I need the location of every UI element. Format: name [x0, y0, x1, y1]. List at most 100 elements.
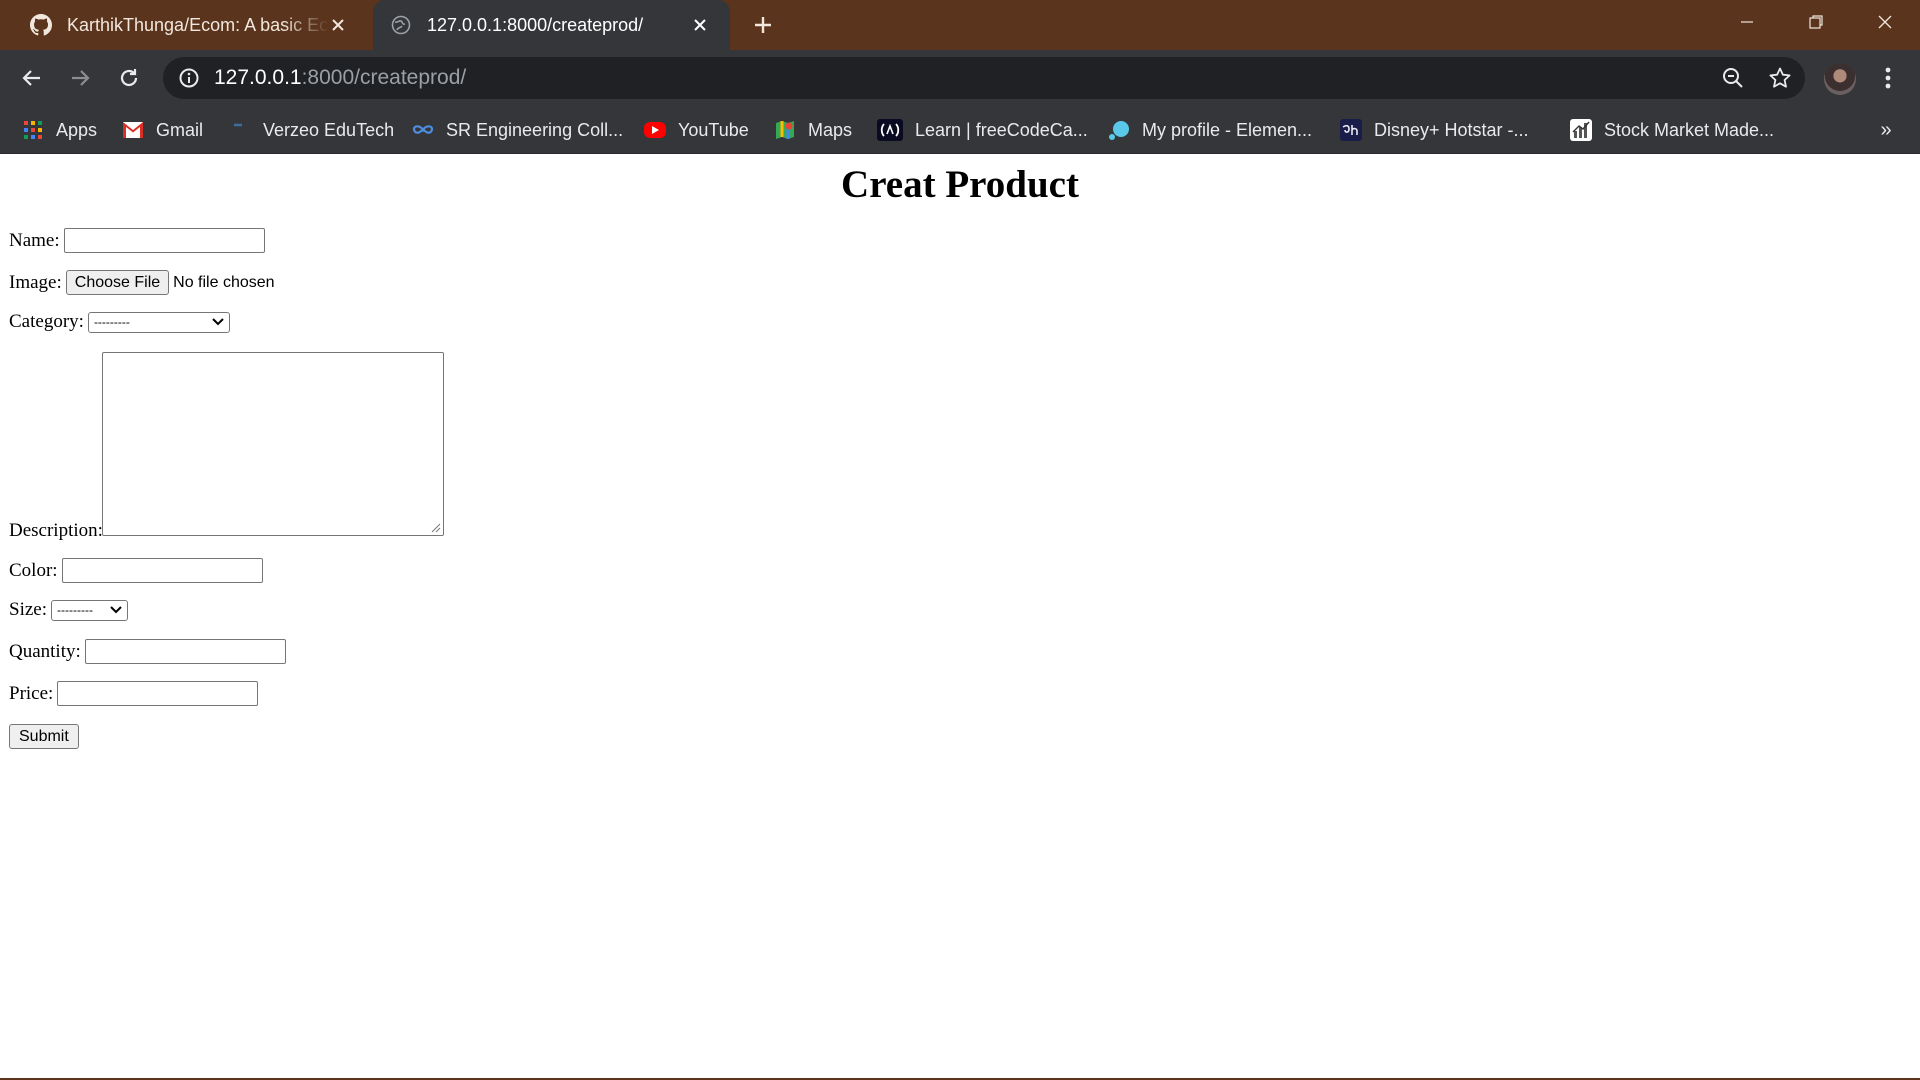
name-label: Name:	[9, 229, 60, 251]
bookmarks-overflow-button[interactable]: »	[1872, 114, 1900, 146]
element-icon	[1108, 119, 1130, 141]
url-text: 127.0.0.1:8000/createprod/	[214, 57, 466, 99]
zoom-icon[interactable]	[1721, 66, 1745, 90]
bookmarks-bar: Apps Gmail Verzeo EduTech SR Engineering…	[0, 106, 1920, 154]
browser-menu-button[interactable]	[1872, 62, 1904, 94]
forward-button[interactable]	[64, 62, 96, 94]
close-icon	[1878, 15, 1892, 29]
file-status-text: No file chosen	[173, 273, 275, 291]
sr-engineering-icon	[412, 119, 434, 141]
quantity-input[interactable]	[84, 639, 286, 664]
forward-arrow-icon	[72, 70, 90, 86]
minimize-button[interactable]	[1712, 0, 1782, 44]
bookmark-label: YouTube	[678, 119, 749, 140]
bookmark-apps[interactable]: Apps	[22, 114, 97, 146]
description-row: Description:	[9, 520, 107, 542]
tab-strip: KarthikThunga/Ecom: A basic Ecom 127.0.0…	[0, 0, 1920, 50]
tab-title: KarthikThunga/Ecom: A basic Ecom	[67, 14, 329, 35]
category-selected-value: ---------	[93, 315, 130, 329]
name-input[interactable]	[63, 228, 265, 253]
back-button[interactable]	[16, 62, 48, 94]
bookmark-label: SR Engineering Coll...	[446, 119, 624, 140]
name-row: Name:	[9, 228, 265, 253]
freecodecamp-icon	[877, 119, 903, 141]
bookmark-label: Learn | freeCodeCa...	[915, 119, 1088, 140]
restore-button[interactable]	[1781, 0, 1851, 44]
info-icon[interactable]	[177, 66, 201, 90]
bookmark-youtube[interactable]: YouTube	[644, 114, 749, 146]
quantity-label: Quantity:	[9, 640, 81, 662]
category-row: Category: ---------	[9, 311, 230, 333]
restore-icon	[1809, 15, 1823, 29]
resize-handle-icon[interactable]	[429, 521, 441, 533]
bookmark-label: Gmail	[156, 119, 204, 140]
size-label: Size:	[9, 599, 47, 620]
image-row: Image: Choose File No file chosen	[9, 270, 275, 295]
page-title: Creat Product	[841, 163, 1079, 206]
minimize-icon	[1741, 21, 1753, 23]
page-content: Creat Product Name: Image: Choose File N…	[0, 154, 1920, 1080]
size-row: Size: ---------	[9, 599, 128, 621]
tab-github[interactable]: KarthikThunga/Ecom: A basic Ecom	[15, 0, 368, 50]
bookmark-label: Apps	[56, 119, 98, 140]
price-label: Price:	[9, 682, 54, 704]
submit-button[interactable]: Submit	[9, 724, 79, 749]
bookmark-sr-engineering[interactable]: SR Engineering Coll...	[412, 114, 623, 146]
price-row: Price:	[9, 681, 259, 706]
size-selected-value: ---------	[57, 603, 93, 617]
chevron-down-icon	[212, 318, 224, 326]
more-vert-icon	[1885, 67, 1891, 89]
bookmark-label: Verzeo EduTech	[263, 119, 395, 140]
github-icon	[29, 13, 53, 37]
apps-grid-icon	[22, 119, 44, 141]
bookmark-gmail[interactable]: Gmail	[122, 114, 203, 146]
bookmark-label: Stock Market Made...	[1604, 119, 1775, 140]
bookmark-verzeo[interactable]: Verzeo EduTech	[229, 114, 394, 146]
profile-avatar[interactable]	[1824, 63, 1856, 95]
tab-createprod[interactable]: 127.0.0.1:8000/createprod/	[373, 0, 730, 50]
close-window-button[interactable]	[1850, 0, 1920, 44]
bookmark-label: Maps	[808, 119, 853, 140]
bookmark-label: My profile - Elemen...	[1142, 119, 1313, 140]
choose-file-button[interactable]: Choose File	[65, 270, 170, 295]
verzeo-icon	[229, 119, 251, 141]
hotstar-icon	[1340, 119, 1362, 141]
browser-toolbar: 127.0.0.1:8000/createprod/	[0, 50, 1920, 106]
quantity-row: Quantity:	[9, 639, 286, 664]
bookmark-label: Disney+ Hotstar -...	[1374, 119, 1529, 140]
address-bar[interactable]: 127.0.0.1:8000/createprod/	[163, 57, 1805, 99]
back-arrow-icon	[22, 70, 40, 86]
globe-icon	[389, 13, 413, 37]
color-row: Color:	[9, 558, 263, 583]
size-select[interactable]: ---------	[51, 599, 128, 621]
stock-chart-icon	[1570, 119, 1592, 141]
category-select[interactable]: ---------	[87, 311, 230, 333]
bookmark-maps[interactable]: Maps	[774, 114, 852, 146]
tab-title: 127.0.0.1:8000/createprod/	[427, 14, 644, 35]
reload-icon	[120, 69, 138, 87]
new-tab-button[interactable]	[748, 10, 778, 40]
bookmark-hotstar[interactable]: Disney+ Hotstar -...	[1340, 114, 1529, 146]
youtube-icon	[644, 122, 666, 138]
url-path: :8000/createprod/	[301, 66, 467, 89]
url-host: 127.0.0.1	[214, 66, 302, 89]
description-textarea[interactable]	[102, 352, 444, 536]
description-label: Description:	[9, 520, 103, 541]
category-label: Category:	[9, 311, 84, 332]
chevron-down-icon	[110, 606, 122, 614]
bookmark-star-icon[interactable]	[1768, 66, 1792, 90]
close-tab-icon[interactable]	[688, 13, 712, 37]
bookmark-freecodecamp[interactable]: Learn | freeCodeCa...	[877, 114, 1088, 146]
bookmark-stock-market[interactable]: Stock Market Made...	[1570, 114, 1774, 146]
color-label: Color:	[9, 559, 58, 581]
submit-row: Submit	[9, 724, 79, 749]
close-tab-icon[interactable]	[326, 13, 350, 37]
reload-button[interactable]	[113, 62, 145, 94]
plus-icon	[755, 17, 771, 33]
bookmark-element[interactable]: My profile - Elemen...	[1108, 114, 1312, 146]
maps-icon	[774, 119, 796, 141]
image-label: Image:	[9, 271, 62, 293]
gmail-icon	[122, 119, 144, 141]
price-input[interactable]	[57, 681, 259, 706]
color-input[interactable]	[61, 558, 263, 583]
